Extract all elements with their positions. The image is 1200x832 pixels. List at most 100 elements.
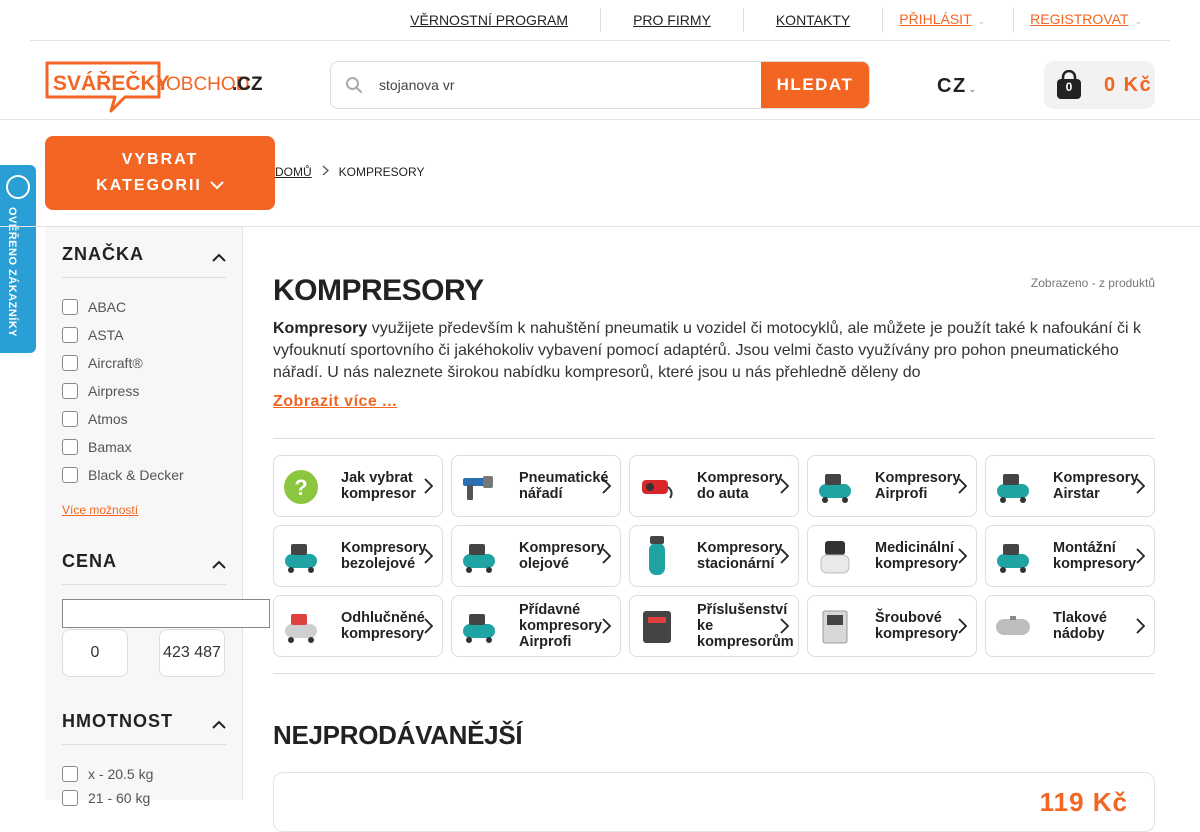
subcategory-tile[interactable]: Kompresory bezolejové bbox=[273, 525, 443, 587]
filter-brand-title: ZNAČKA bbox=[62, 244, 144, 264]
chevron-up-icon bbox=[212, 713, 226, 734]
subcategory-tile[interactable]: Šroubové kompresory bbox=[807, 595, 977, 657]
compressor-icon bbox=[459, 535, 499, 579]
tank-icon bbox=[993, 605, 1033, 649]
breadcrumb-home[interactable]: DOMŮ bbox=[275, 165, 312, 179]
chevron-right-icon bbox=[1136, 478, 1146, 499]
checkbox[interactable] bbox=[62, 299, 78, 315]
register-link[interactable]: REGISTROVAT ⌄ bbox=[1013, 7, 1170, 33]
login-link[interactable]: PŘIHLÁSIT ⌄ bbox=[882, 7, 1013, 33]
subcategory-label-line: Pneumatické bbox=[519, 470, 609, 486]
checkbox[interactable] bbox=[62, 439, 78, 455]
subcategory-tile[interactable]: Kompresory do auta bbox=[629, 455, 799, 517]
chevron-right-icon bbox=[958, 618, 968, 639]
filter-option-label: ASTA bbox=[88, 327, 124, 343]
category-button-line1: VYBRAT bbox=[121, 151, 199, 168]
site-logo[interactable]: SVÁŘEČKY - OBCHOD .CZ bbox=[45, 61, 265, 115]
filter-option[interactable]: Black & Decker bbox=[62, 467, 184, 483]
filter-price-header[interactable]: CENA bbox=[62, 551, 226, 585]
subcategory-tile[interactable]: Tlakové nádoby bbox=[985, 595, 1155, 657]
top-nav: VĚRNOSTNÍ PROGRAM PRO FIRMY KONTAKTY PŘI… bbox=[378, 7, 1170, 33]
car-compressor-icon bbox=[637, 465, 677, 509]
price-min-input[interactable]: 0 bbox=[62, 629, 128, 677]
verified-customers-badge[interactable]: OVĚŘENO ZÁKAZNÍKY bbox=[0, 165, 36, 353]
top-link-contacts[interactable]: KONTAKTY bbox=[742, 8, 882, 32]
page-title: KOMPRESORY bbox=[273, 274, 484, 307]
filter-option[interactable]: Airpress bbox=[62, 383, 139, 399]
search-icon bbox=[331, 62, 377, 108]
subcategory-label-line: stacionární bbox=[697, 556, 775, 572]
breadcrumb: DOMŮ KOMPRESORY bbox=[275, 165, 424, 179]
language-label: CZ bbox=[937, 75, 967, 97]
logo-graphic: SVÁŘEČKY - OBCHOD .CZ bbox=[45, 61, 263, 113]
bestsellers-heading: NEJPRODÁVANĚJŠÍ bbox=[273, 720, 523, 750]
checkbox[interactable] bbox=[62, 790, 78, 806]
subcategory-tile[interactable]: Medicinální kompresory bbox=[807, 525, 977, 587]
filter-option[interactable]: Bamax bbox=[62, 439, 132, 455]
search-input[interactable] bbox=[377, 62, 761, 108]
subcategory-tile[interactable]: Příslušenství ke kompresorům bbox=[629, 595, 799, 657]
chevron-right-icon bbox=[1136, 548, 1146, 569]
more-options-link[interactable]: Více možností bbox=[62, 503, 138, 517]
subcategory-tile[interactable]: Pneumatické nářadí bbox=[451, 455, 621, 517]
subcategory-tile[interactable]: ? Jak vybrat kompresor bbox=[273, 455, 443, 517]
chevron-right-icon bbox=[602, 548, 612, 569]
subcategory-label-line: Šroubové bbox=[875, 610, 942, 626]
filter-option[interactable]: x - 20.5 kg bbox=[62, 766, 153, 782]
top-link-business[interactable]: PRO FIRMY bbox=[600, 8, 743, 32]
price-max-input[interactable]: 423 487 bbox=[159, 629, 225, 677]
chevron-down-icon: ⌄ bbox=[1134, 16, 1142, 26]
product-card[interactable]: 119 Kč bbox=[273, 772, 1155, 832]
subcategory-label-line: Přídavné bbox=[519, 602, 581, 618]
subcategory-tile[interactable]: Přídavné kompresory Airprofi bbox=[451, 595, 621, 657]
subcategory-tile[interactable]: Kompresory Airprofi bbox=[807, 455, 977, 517]
subcategory-label-line: Airprofi bbox=[875, 486, 928, 502]
checkbox[interactable] bbox=[62, 467, 78, 483]
filter-option[interactable]: 21 - 60 kg bbox=[62, 790, 150, 806]
subcategory-label-line: kompresory bbox=[875, 556, 959, 572]
subcategory-tile[interactable]: Odhlučněné kompresory bbox=[273, 595, 443, 657]
divider bbox=[273, 438, 1155, 439]
subcategory-label-line: Medicinální bbox=[875, 540, 954, 556]
checkbox[interactable] bbox=[62, 411, 78, 427]
filter-option[interactable]: Atmos bbox=[62, 411, 128, 427]
subcategory-tile[interactable]: Kompresory Airstar bbox=[985, 455, 1155, 517]
checkbox[interactable] bbox=[62, 383, 78, 399]
search-bar: HLEDAT bbox=[330, 61, 870, 109]
checkbox[interactable] bbox=[62, 355, 78, 371]
filter-option[interactable]: Aircraft® bbox=[62, 355, 143, 371]
product-price: 119 Kč bbox=[1039, 787, 1128, 817]
chevron-right-icon bbox=[602, 618, 612, 639]
subcategory-label-line: nádoby bbox=[1053, 626, 1105, 642]
top-link-loyalty[interactable]: VĚRNOSTNÍ PROGRAM bbox=[378, 8, 600, 32]
compressor-icon bbox=[459, 605, 499, 649]
subcategory-label-line: Jak vybrat bbox=[341, 470, 413, 486]
search-button[interactable]: HLEDAT bbox=[761, 62, 869, 108]
cart-price: 0 Kč bbox=[1104, 73, 1153, 96]
subcategory-label-line: Kompresory bbox=[519, 540, 605, 556]
language-selector[interactable]: CZ ⌄ bbox=[937, 75, 978, 98]
filter-option-label: ABAC bbox=[88, 299, 127, 315]
checkbox[interactable] bbox=[62, 327, 78, 343]
subcategory-label-line: kompresory bbox=[341, 626, 425, 642]
price-range-slider[interactable] bbox=[62, 599, 270, 628]
subcategory-tile[interactable]: Kompresory olejové bbox=[451, 525, 621, 587]
chevron-down-icon: ⌄ bbox=[968, 84, 978, 94]
subcategory-label-line: Kompresory bbox=[875, 470, 961, 486]
subcategory-label-line: Airprofi bbox=[519, 634, 572, 650]
checkbox[interactable] bbox=[62, 766, 78, 782]
cart-button[interactable]: 0 0 Kč bbox=[1044, 61, 1155, 109]
subcategory-tile[interactable]: Montážní kompresory bbox=[985, 525, 1155, 587]
chevron-up-icon bbox=[212, 553, 226, 574]
filter-weight-header[interactable]: HMOTNOST bbox=[62, 711, 226, 745]
subcategory-label-line: Kompresory bbox=[697, 540, 783, 556]
filter-brand-header[interactable]: ZNAČKA bbox=[62, 244, 226, 278]
subcategory-label-line: kompresory bbox=[875, 626, 959, 642]
show-more-link[interactable]: Zobrazit více ... bbox=[273, 393, 397, 411]
select-category-button[interactable]: VYBRAT KATEGORII bbox=[45, 136, 275, 210]
product-count: Zobrazeno - z produktů bbox=[1030, 276, 1155, 290]
filter-option[interactable]: ASTA bbox=[62, 327, 124, 343]
filter-option[interactable]: ABAC bbox=[62, 299, 126, 315]
chevron-right-icon bbox=[958, 548, 968, 569]
subcategory-tile[interactable]: Kompresory stacionární bbox=[629, 525, 799, 587]
